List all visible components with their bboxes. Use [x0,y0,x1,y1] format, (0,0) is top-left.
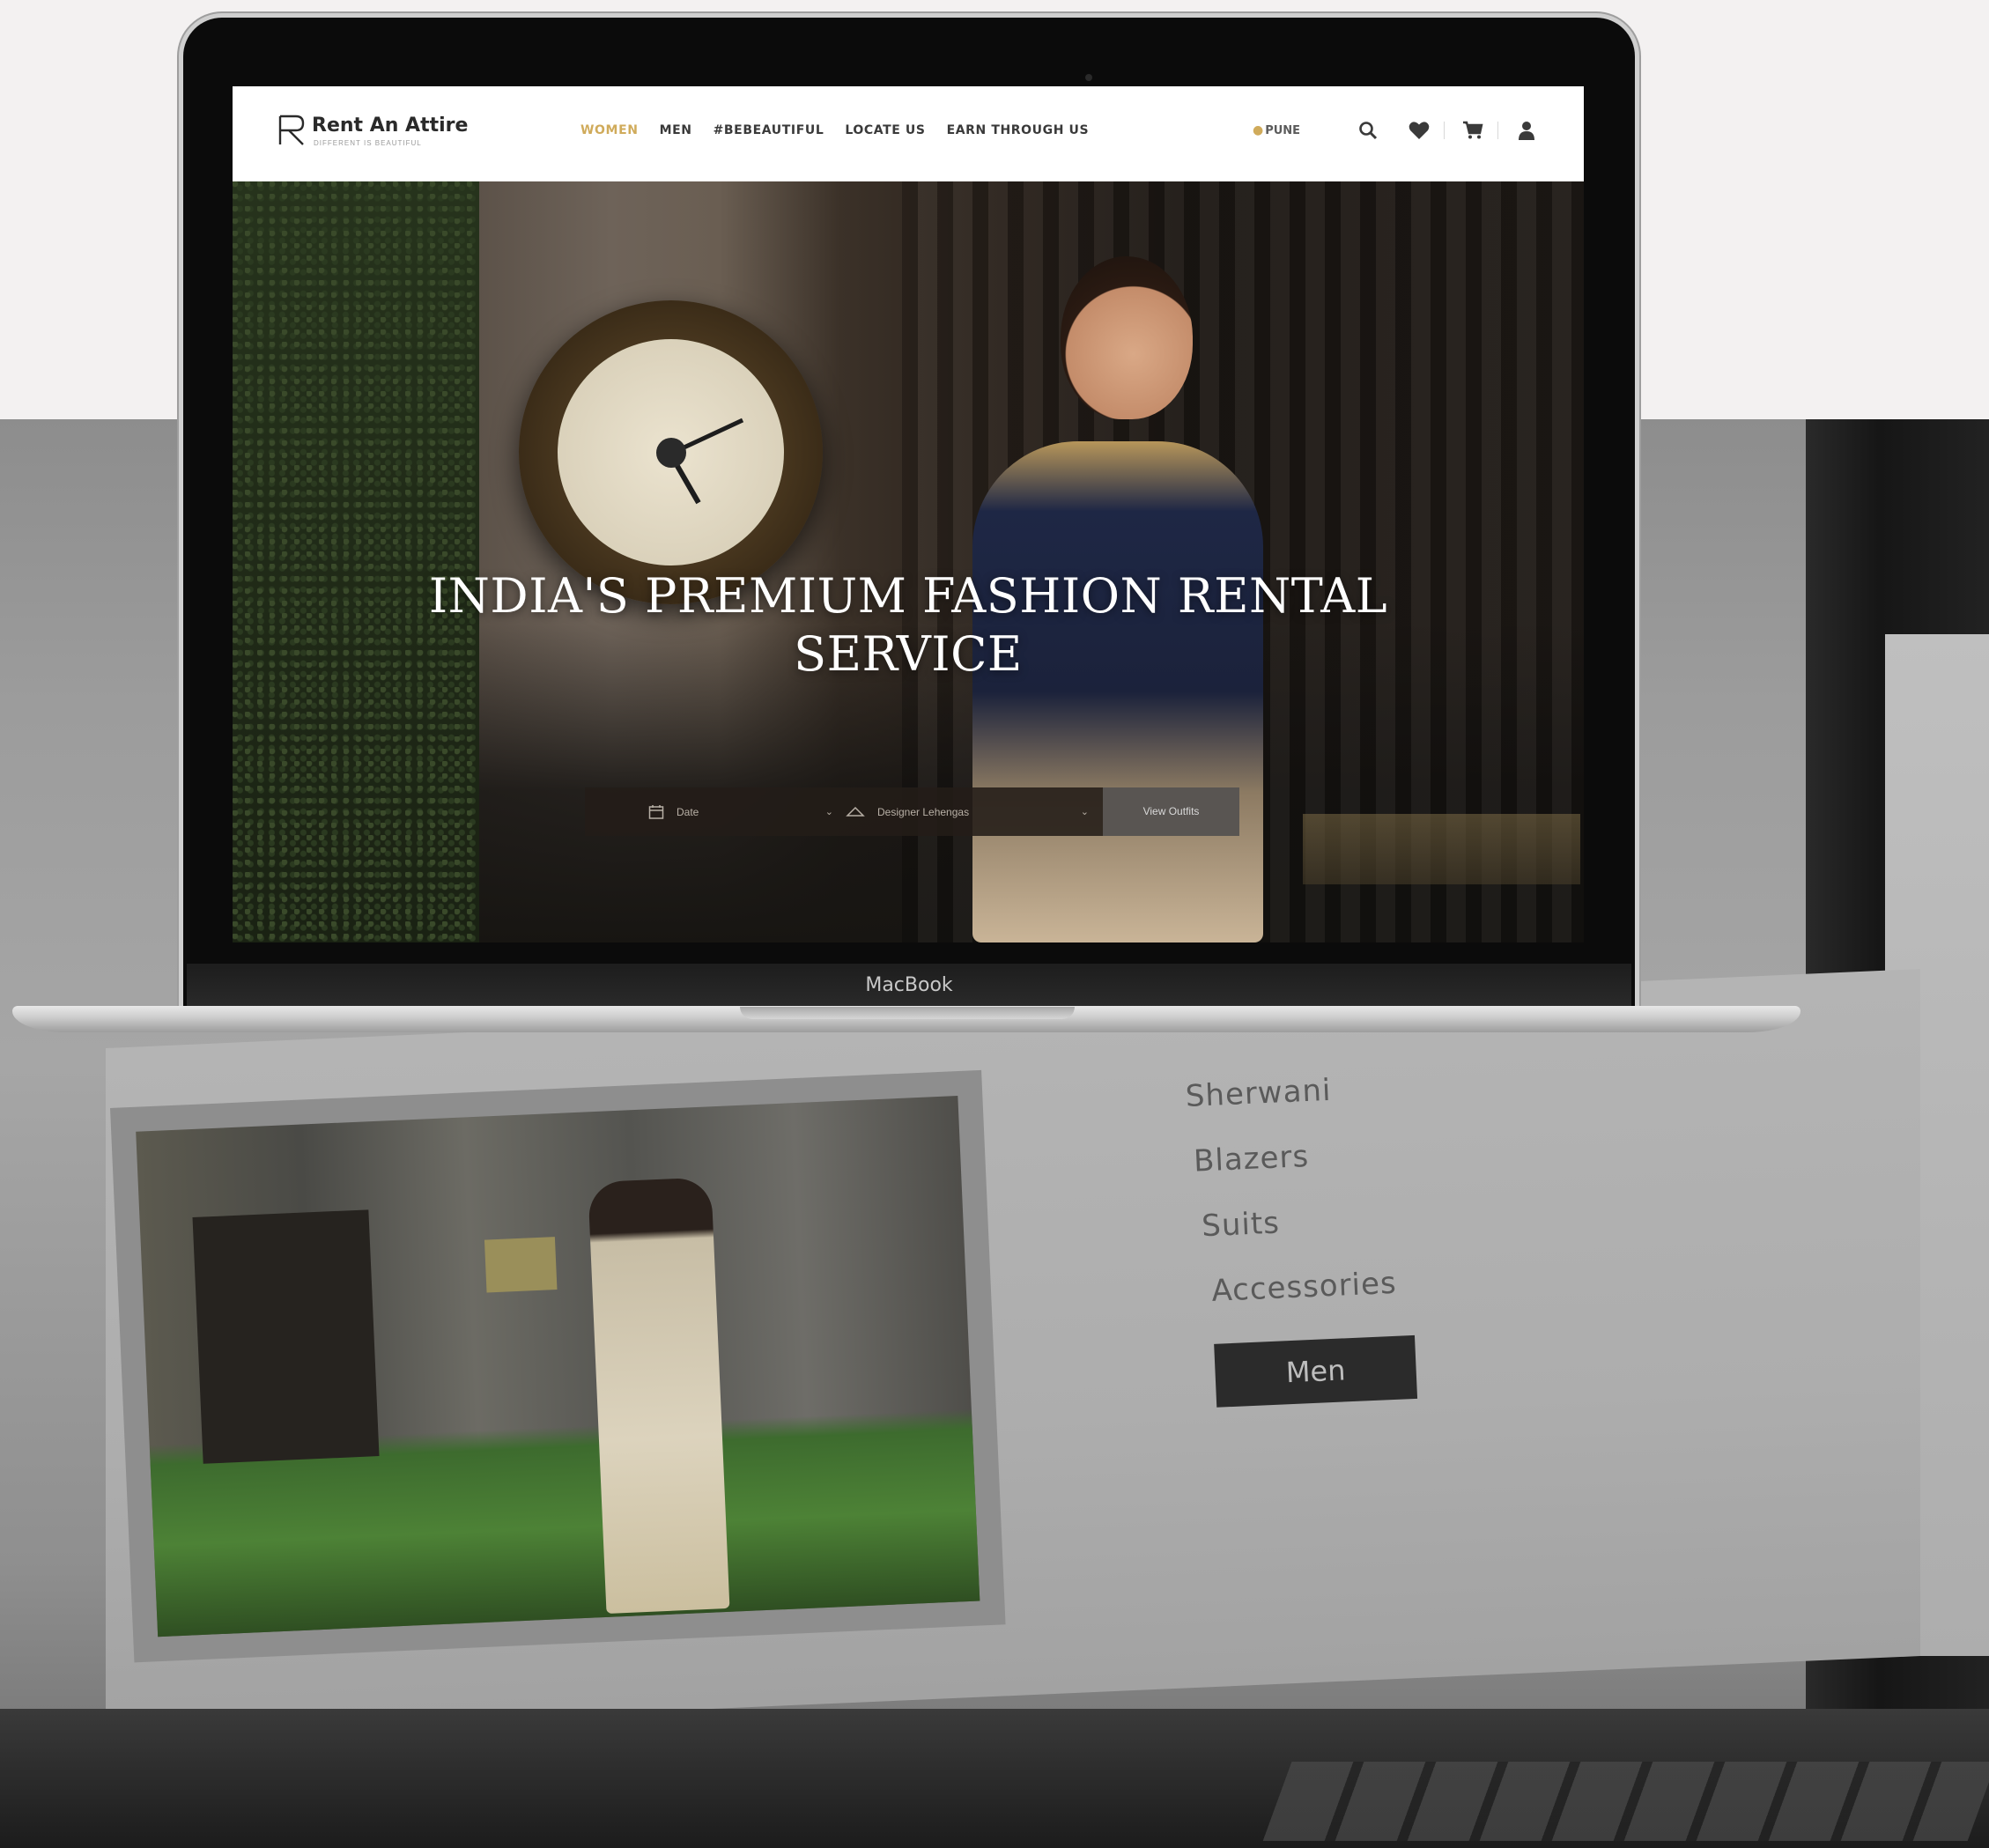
clock-center [656,438,686,468]
cart-icon[interactable] [1460,118,1485,143]
background-category-menu: Sherwani Blazers Suits Accessories Men [1185,1069,1418,1408]
chevron-down-icon: ⌄ [1080,807,1089,817]
location-pin-icon: ● [1253,123,1264,137]
nav-item-bebeautiful[interactable]: #BEBEAUTIFUL [714,123,824,137]
logo-mark-icon [278,115,305,145]
logo-tagline: DIFFERENT IS BEAUTIFUL [314,139,422,147]
user-icon[interactable] [1514,118,1539,143]
hanger-icon [846,806,865,817]
wall-clock-image [519,300,823,604]
header-divider [1444,122,1445,139]
site-header: Rent An Attire DIFFERENT IS BEAUTIFUL WO… [233,86,1584,181]
hero-title: INDIA'S PREMIUM FASHION RENTAL SERVICE [233,567,1584,684]
city-name: PUNE [1265,124,1301,137]
nav-item-women[interactable]: WOMEN [580,123,639,137]
main-nav: WOMEN MEN #BEBEAUTIFUL LOCATE US EARN TH… [580,123,1110,137]
logo-name: Rent An Attire [312,115,469,137]
hero-banner: INDIA'S PREMIUM FASHION RENTAL SERVICE D… [233,181,1584,942]
men-button[interactable]: Men [1214,1334,1418,1408]
model-head [1061,256,1193,419]
outfit-type-selector[interactable]: Designer Lehengas ⌄ [846,787,1101,836]
photo-model [588,1177,730,1614]
camera [1085,74,1092,81]
laptop-chin: MacBook [187,964,1631,1008]
hero-title-line-2: SERVICE [794,626,1023,682]
laptop-brand-label: MacBook [865,974,953,996]
menu-item-suits[interactable]: Suits [1201,1200,1410,1244]
city-selector[interactable]: ● PUNE [1253,123,1300,137]
menu-item-accessories[interactable]: Accessories [1211,1265,1414,1309]
hero-bench [1303,814,1580,884]
photo-door [192,1209,380,1464]
background-photo-frame [110,1069,1006,1663]
sherwani-model-photo [136,1096,980,1637]
hero-hedge-wall [233,181,479,942]
model-lehenga [972,441,1263,942]
hero-title-line-1: INDIA'S PREMIUM FASHION RENTAL [428,568,1388,624]
date-selector[interactable]: Date ⌄ [585,787,846,836]
calendar-icon [648,804,664,819]
heart-icon[interactable] [1407,118,1431,143]
menu-item-blazers[interactable]: Blazers [1193,1135,1408,1179]
chevron-down-icon: ⌄ [824,807,833,817]
outfit-search-bar: Date ⌄ Designer Lehengas ⌄ [585,787,1105,836]
nav-item-locate-us[interactable]: LOCATE US [845,123,925,137]
laptop-screen: Rent An Attire DIFFERENT IS BEAUTIFUL WO… [233,86,1584,942]
photo-window [484,1237,558,1293]
clock-face [558,339,784,565]
header-divider [1497,122,1498,139]
header-icons [1356,118,1565,143]
nav-item-earn-through-us[interactable]: EARN THROUGH US [947,123,1090,137]
outfit-type-label: Designer Lehengas [877,805,970,818]
view-outfits-button[interactable]: View Outfits [1103,787,1239,836]
nav-item-men[interactable]: MEN [660,123,692,137]
search-icon[interactable] [1356,118,1380,143]
date-label: Date [677,805,699,818]
laptop-notch [740,1007,1075,1019]
keyboard-keys [1262,1762,1989,1841]
